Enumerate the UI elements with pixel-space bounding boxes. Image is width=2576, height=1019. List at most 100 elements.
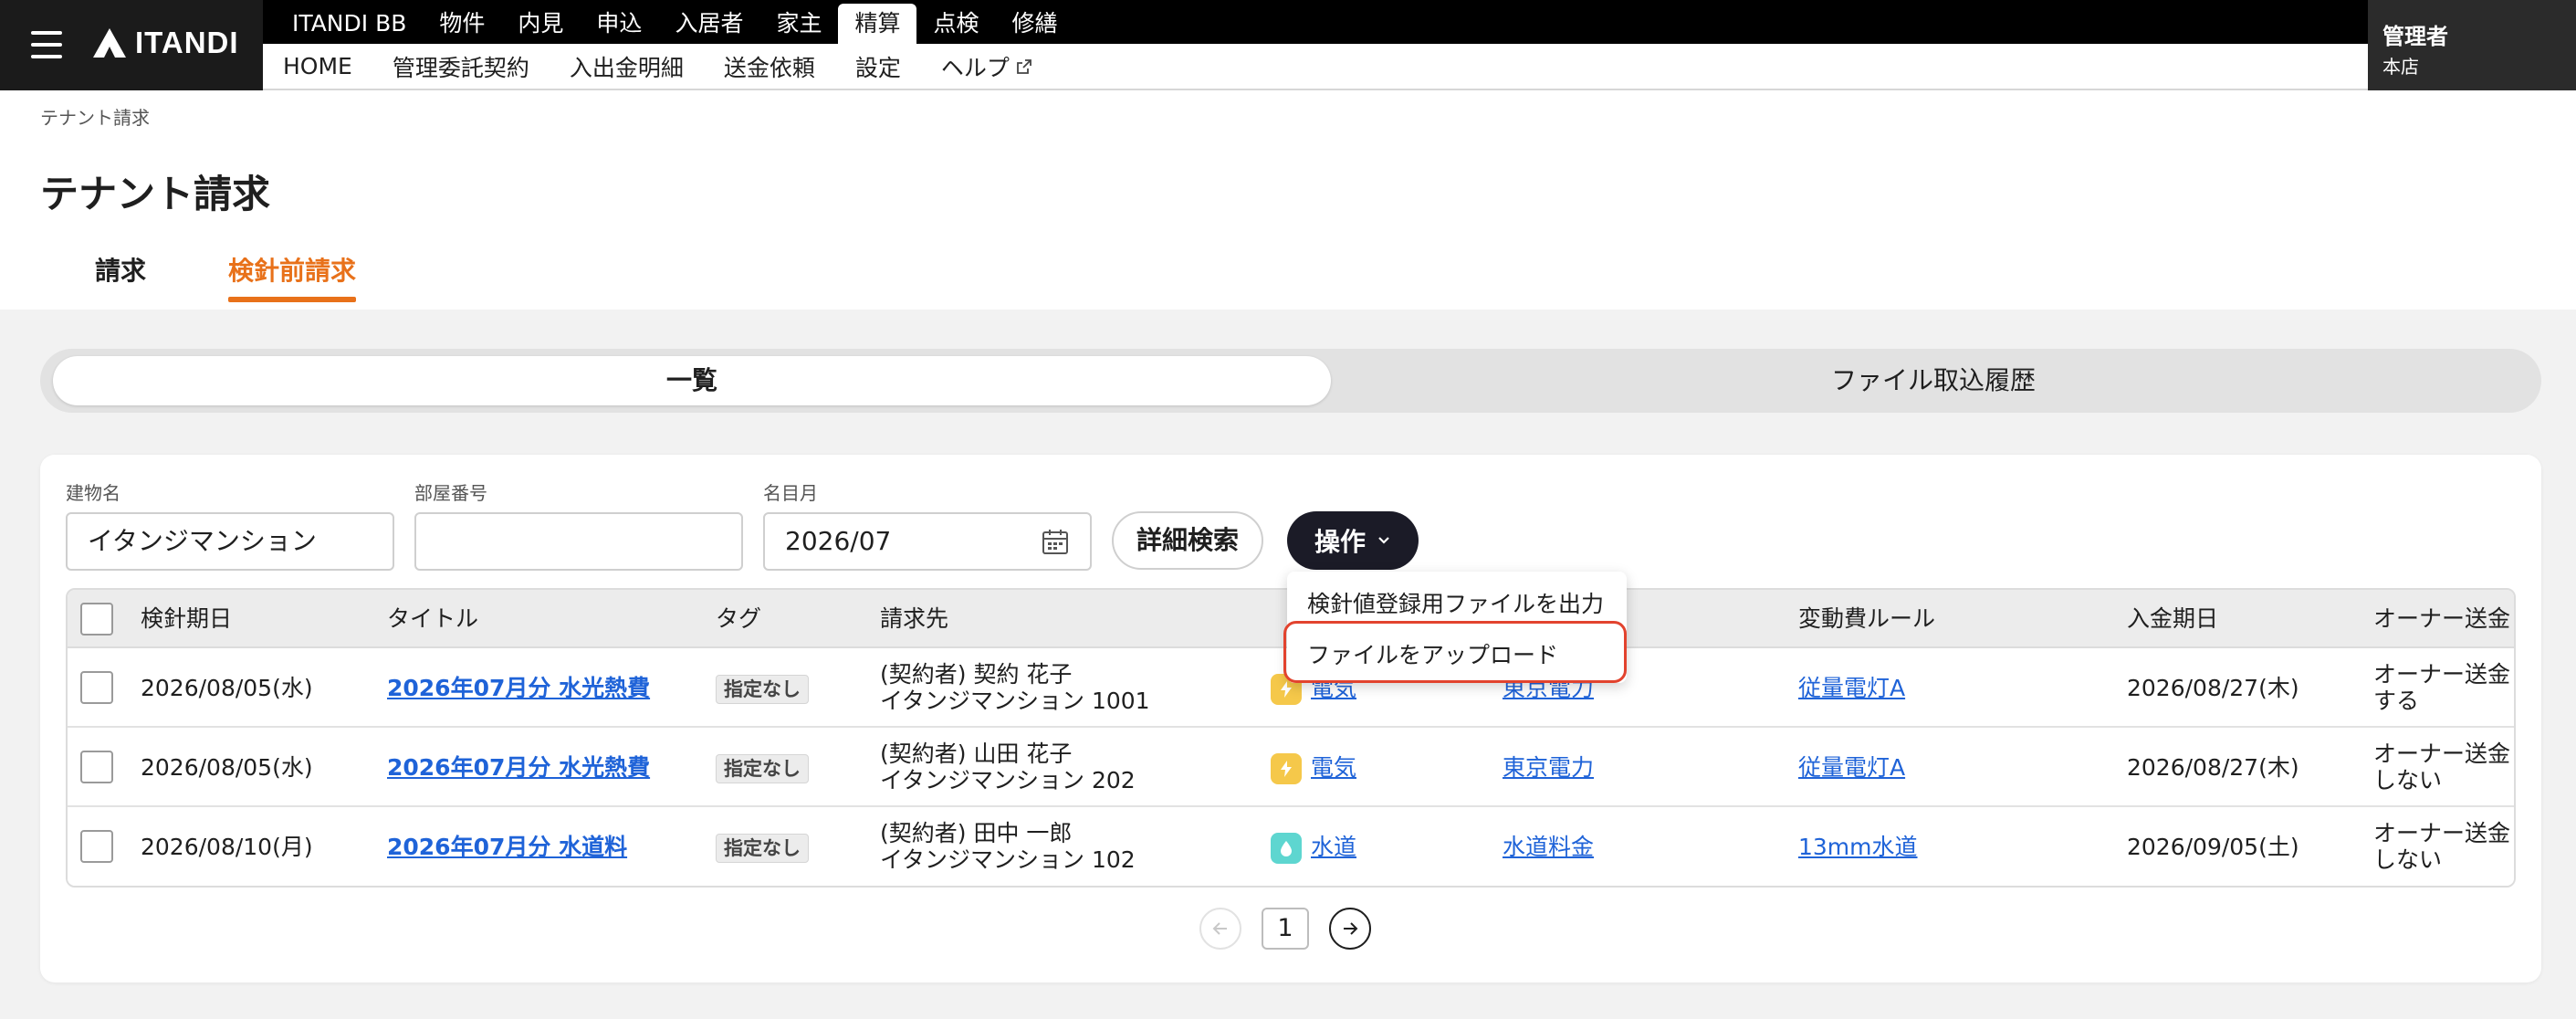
month-label: 名目月	[763, 482, 818, 504]
nav: ITANDI BB 物件 内見 申込 入居者 家主 精算 点検 修繕 HOME …	[263, 0, 2368, 90]
subnav-home[interactable]: HOME	[283, 53, 352, 79]
owner-remit: オーナー送金 しない	[2373, 820, 2510, 873]
billing-contractor: (契約者) 契約 花子	[880, 661, 1073, 688]
provider-link[interactable]: 水道料金	[1503, 834, 1594, 860]
room-label: 部屋番号	[414, 482, 487, 504]
chevron-down-icon	[1378, 537, 1389, 544]
building-input[interactable]: イタンジマンション	[66, 512, 394, 571]
nav-item-inspection[interactable]: 点検	[916, 4, 995, 44]
rule-link[interactable]: 13mm水道	[1798, 834, 1918, 860]
owner-remit-line1: オーナー送金	[2373, 741, 2511, 767]
page-title: テナント請求	[40, 172, 271, 216]
logo[interactable]: ITANDI	[93, 26, 239, 60]
nav-item-itandi-bb[interactable]: ITANDI BB	[276, 4, 423, 44]
reading-date: 2026/08/05(水)	[141, 754, 313, 781]
owner-remit-line1: オーナー送金	[2373, 820, 2511, 846]
logo-mark-icon	[93, 28, 126, 58]
col-due-date[interactable]: 入金期日	[2127, 590, 2218, 648]
owner-remit-line2: しない	[2373, 767, 2443, 793]
view-switch: 一覧 ファイル取込履歴	[40, 349, 2541, 413]
results-card: 建物名 イタンジマンション 部屋番号 名目月 2026/07 詳細検索 操作 検…	[40, 455, 2541, 982]
menu-item-upload-file[interactable]: ファイルをアップロード	[1307, 637, 1558, 670]
nav-item-tenant[interactable]: 入居者	[658, 4, 759, 44]
current-page[interactable]: 1	[1262, 908, 1309, 950]
subnav-settings[interactable]: 設定	[855, 50, 901, 83]
arrow-left-icon	[1212, 922, 1227, 935]
user-menu[interactable]: 管理者 本店	[2368, 0, 2576, 90]
provider-link[interactable]: 東京電力	[1503, 754, 1594, 781]
billing-to: (契約者) 田中 一郎 イタンジマンション 102	[880, 820, 1136, 873]
billing-property: イタンジマンション 1001	[880, 688, 1150, 714]
building-value: イタンジマンション	[88, 526, 317, 556]
row-checkbox[interactable]	[80, 751, 113, 783]
segment-import-history[interactable]: ファイル取込履歴	[1331, 356, 2536, 405]
owner-remit-line1: オーナー送金	[2373, 661, 2511, 688]
utility-link[interactable]: 電気	[1311, 754, 1356, 781]
water-drop-icon	[1271, 833, 1302, 864]
page-header: テナント請求 テナント請求 請求 検針前請求	[0, 90, 2576, 310]
tab-bar: 請求 検針前請求	[95, 251, 357, 302]
subnav-help-label: ヘルプ	[940, 54, 1010, 81]
room-input[interactable]	[414, 512, 743, 571]
building-label: 建物名	[66, 482, 120, 504]
operations-button[interactable]: 操作	[1287, 511, 1419, 570]
room-field: 部屋番号	[414, 478, 743, 571]
subnav-remittance[interactable]: 送金依頼	[724, 50, 815, 83]
col-tag[interactable]: タグ	[716, 590, 761, 648]
tag-badge: 指定なし	[716, 754, 809, 783]
col-billing-to[interactable]: 請求先	[880, 590, 948, 648]
menu-icon[interactable]	[31, 31, 62, 58]
subnav-help[interactable]: ヘルプ	[941, 50, 1033, 83]
operations-menu: 検針値登録用ファイルを出力 ファイルをアップロード	[1287, 572, 1627, 683]
segment-list[interactable]: 一覧	[53, 356, 1331, 405]
col-title[interactable]: タイトル	[387, 590, 478, 648]
arrow-right-icon	[1344, 922, 1358, 935]
title-link[interactable]: 2026年07月分 水道料	[387, 834, 627, 860]
operations-label: 操作	[1314, 527, 1366, 557]
due-date: 2026/08/27(木)	[2127, 754, 2299, 781]
calendar-icon[interactable]	[1041, 527, 1070, 556]
billing-contractor: (契約者) 田中 一郎	[880, 820, 1073, 846]
rule-link[interactable]: 従量電灯A	[1798, 754, 1905, 781]
billing-to: (契約者) 山田 花子 イタンジマンション 202	[880, 741, 1136, 793]
utility-link[interactable]: 水道	[1311, 834, 1356, 860]
menu-item-export-file[interactable]: 検針値登録用ファイルを出力	[1307, 586, 1604, 619]
tab-pre-reading-billing[interactable]: 検針前請求	[228, 251, 357, 302]
title-link[interactable]: 2026年07月分 水光熱費	[387, 675, 650, 701]
main-nav: ITANDI BB 物件 内見 申込 入居者 家主 精算 点検 修繕	[263, 0, 2368, 44]
rule-link[interactable]: 従量電灯A	[1798, 675, 1905, 701]
owner-remit-line2: しない	[2373, 846, 2443, 873]
prev-page-button[interactable]	[1199, 908, 1241, 950]
title-link[interactable]: 2026年07月分 水光熱費	[387, 754, 650, 781]
reading-date: 2026/08/05(水)	[141, 675, 313, 701]
subnav-transactions[interactable]: 入出金明細	[570, 50, 684, 83]
top-bar: ITANDI ITANDI BB 物件 内見 申込 入居者 家主 精算 点検 修…	[0, 0, 2576, 90]
billing-to: (契約者) 契約 花子 イタンジマンション 1001	[880, 661, 1150, 714]
col-reading-date[interactable]: 検針期日	[141, 590, 232, 648]
detail-search-button[interactable]: 詳細検索	[1112, 511, 1263, 570]
nav-item-repair[interactable]: 修繕	[996, 4, 1074, 44]
owner-remit: オーナー送金 する	[2373, 661, 2510, 714]
billing-property: イタンジマンション 202	[880, 767, 1136, 793]
breadcrumb[interactable]: テナント請求	[40, 103, 150, 130]
next-page-button[interactable]	[1329, 908, 1371, 950]
due-date: 2026/08/27(木)	[2127, 675, 2299, 701]
owner-remit: オーナー送金 しない	[2373, 741, 2510, 793]
tab-billing[interactable]: 請求	[95, 251, 146, 299]
nav-item-settlement[interactable]: 精算	[838, 4, 917, 44]
billing-property: イタンジマンション 102	[880, 846, 1136, 873]
lightning-icon	[1271, 753, 1302, 784]
month-input[interactable]: 2026/07	[763, 512, 1092, 571]
col-owner-remit[interactable]: オーナー送金	[2373, 590, 2510, 648]
nav-item-application[interactable]: 申込	[580, 4, 658, 44]
sub-nav: HOME 管理委託契約 入出金明細 送金依頼 設定 ヘルプ	[263, 44, 2368, 90]
subnav-management-contract[interactable]: 管理委託契約	[393, 50, 529, 83]
col-rule[interactable]: 変動費ルール	[1798, 590, 1935, 648]
nav-item-viewing[interactable]: 内見	[501, 4, 580, 44]
nav-item-landlord[interactable]: 家主	[759, 4, 838, 44]
row-checkbox[interactable]	[80, 671, 113, 704]
row-checkbox[interactable]	[80, 830, 113, 863]
nav-item-property[interactable]: 物件	[423, 4, 501, 44]
due-date: 2026/09/05(土)	[2127, 834, 2299, 860]
select-all-checkbox[interactable]	[80, 603, 113, 636]
